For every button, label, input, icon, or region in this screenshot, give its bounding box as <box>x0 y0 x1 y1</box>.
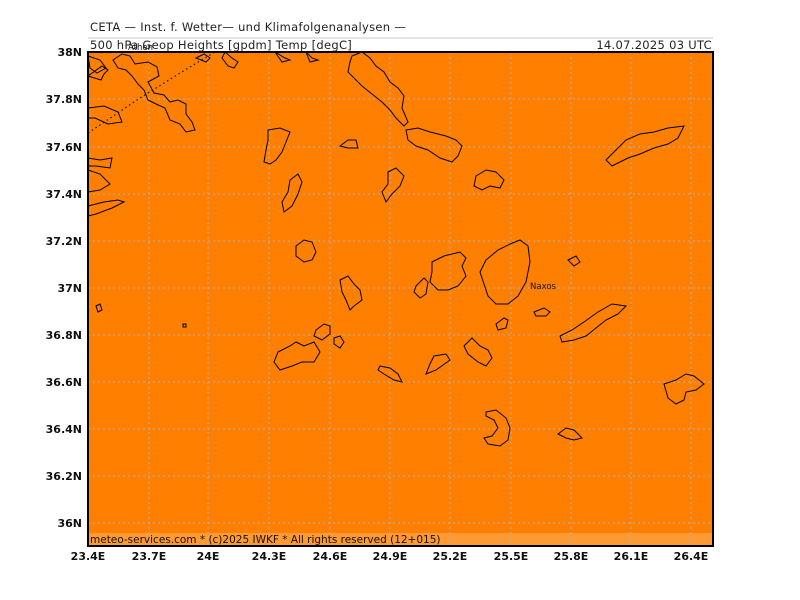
y-tick-label: 36.8N <box>46 329 82 342</box>
x-axis-labels: 23.4E 23.7E 24E 24.3E 24.6E 24.9E 25.2E … <box>71 550 709 563</box>
y-tick-label: 36N <box>57 517 82 530</box>
x-tick-label: 24E <box>197 550 220 563</box>
y-tick-label: 36.4N <box>46 423 82 436</box>
x-tick-label: 25.5E <box>494 550 529 563</box>
x-tick-label: 23.7E <box>132 550 167 563</box>
x-tick-label: 23.4E <box>71 550 106 563</box>
y-tick-label: 38N <box>57 46 82 59</box>
y-tick-label: 36.6N <box>46 376 82 389</box>
x-tick-label: 24.6E <box>313 550 348 563</box>
map-figure: Naxos Athen 38N 37.8N 37.6N 37.4N 37.2N … <box>46 37 714 563</box>
y-tick-label: 37.6N <box>46 141 82 154</box>
x-tick-label: 25.2E <box>433 550 468 563</box>
footer-credit: meteo-services.com * (c)2025 IWKF * All … <box>90 534 441 546</box>
y-tick-label: 37.8N <box>46 93 82 106</box>
y-tick-label: 37.4N <box>46 188 82 201</box>
x-tick-label: 26.4E <box>674 550 709 563</box>
y-tick-label: 36.2N <box>46 470 82 483</box>
label-naxos: Naxos <box>530 282 557 292</box>
y-tick-label: 37.2N <box>46 235 82 248</box>
x-tick-label: 24.9E <box>373 550 408 563</box>
x-tick-label: 26.1E <box>614 550 649 563</box>
y-tick-label: 37N <box>57 282 82 295</box>
x-tick-label: 25.8E <box>554 550 589 563</box>
y-axis-labels: 38N 37.8N 37.6N 37.4N 37.2N 37N 36.8N 36… <box>46 46 82 530</box>
x-tick-label: 24.3E <box>252 550 287 563</box>
